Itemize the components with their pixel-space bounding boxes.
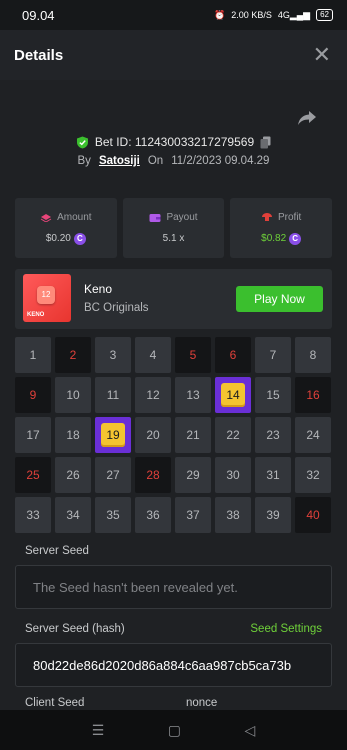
keno-cell: 26	[55, 457, 91, 493]
client-seed-label: Client Seed	[25, 697, 85, 709]
bet-meta-row: By Satosiji On 11/2/2023 09.04.29	[0, 155, 347, 167]
wallet-icon	[149, 213, 161, 222]
bet-id: Bet ID: 112430033217279569	[94, 135, 255, 149]
profit-icon	[262, 213, 272, 221]
back-icon[interactable]: ◁	[244, 722, 255, 739]
status-bar: 09.04 ⏰ 2.00 KB/S 4G▂▄▆ 62	[0, 0, 347, 30]
keno-cell: 14	[215, 377, 251, 413]
home-icon[interactable]: ▢	[168, 722, 181, 739]
by-label: By	[77, 155, 91, 167]
keno-cell: 6	[215, 337, 251, 373]
page-title: Details	[14, 46, 64, 64]
keno-cell: 1	[15, 337, 51, 373]
server-hash-label: Server Seed (hash)	[25, 623, 125, 635]
keno-cell: 21	[175, 417, 211, 453]
copy-icon[interactable]	[260, 136, 271, 149]
keno-board: 1 2 3 4 5 6 7 8 9 10 11 12 13 14 15 16 17 18 19 20 21 22 23 24 2…	[15, 337, 332, 533]
keno-cell: 5	[175, 337, 211, 373]
system-nav-bar: ☰ ▢ ◁	[0, 710, 347, 750]
keno-cell: 24	[295, 417, 331, 453]
keno-cell: 16	[295, 377, 331, 413]
stat-amount: Amount $0.20 C	[15, 198, 117, 258]
keno-cell: 7	[255, 337, 291, 373]
keno-cell: 3	[95, 337, 131, 373]
close-icon[interactable]: ✕	[313, 44, 331, 66]
keno-cell: 13	[175, 377, 211, 413]
coin-icon: C	[289, 232, 302, 245]
bet-id-row: Bet ID: 112430033217279569	[0, 135, 347, 149]
net-speed: 2.00 KB/S	[231, 10, 272, 20]
bet-datetime: 11/2/2023 09.04.29	[171, 155, 270, 167]
server-hash-field[interactable]: 80d22de86d2020d86a884c6aa987cb5ca73b	[15, 643, 332, 687]
keno-cell: 15	[255, 377, 291, 413]
shield-check-icon	[76, 136, 88, 148]
keno-cell: 29	[175, 457, 211, 493]
game-name: Keno	[84, 282, 113, 296]
keno-cell: 30	[215, 457, 251, 493]
keno-cell: 2	[55, 337, 91, 373]
keno-cell: 9	[15, 377, 51, 413]
details-header: Details ✕	[0, 30, 347, 80]
keno-hit-number: 19	[101, 423, 125, 447]
keno-cell: 40	[295, 497, 331, 533]
keno-ball-icon: 12	[37, 286, 55, 304]
game-card: 12 KENO Keno BC Originals Play Now	[15, 269, 332, 329]
keno-cell: 36	[135, 497, 171, 533]
share-icon[interactable]	[297, 110, 317, 126]
keno-cell: 28	[135, 457, 171, 493]
stat-profit: Profit $0.82 C	[230, 198, 333, 258]
status-icons: ⏰ 2.00 KB/S 4G▂▄▆ 62	[214, 9, 333, 21]
keno-cell: 8	[295, 337, 331, 373]
stat-payout: Payout 5.1 x	[122, 198, 225, 258]
server-seed-field: The Seed hasn't been revealed yet.	[15, 565, 332, 609]
keno-cell: 23	[255, 417, 291, 453]
bet-stats: Amount $0.20 C Payout 5.1 x Profit $0.82	[15, 198, 333, 258]
keno-thumb-text: KENO	[27, 312, 45, 318]
keno-hit-number: 14	[221, 383, 245, 407]
stat-profit-label: Profit	[278, 211, 302, 223]
signal-icon: 4G▂▄▆	[277, 9, 311, 20]
menu-icon[interactable]: ☰	[92, 722, 105, 739]
keno-thumbnail[interactable]: 12 KENO	[23, 274, 71, 322]
keno-cell: 11	[95, 377, 131, 413]
stat-payout-value: 5.1 x	[162, 233, 185, 244]
status-time: 09.04	[22, 7, 55, 23]
keno-cell: 38	[215, 497, 251, 533]
battery-icon: 62	[316, 9, 333, 21]
bet-user-link[interactable]: Satosiji	[99, 155, 140, 167]
keno-cell: 17	[15, 417, 51, 453]
stat-profit-value: $0.82	[261, 233, 287, 244]
keno-cell: 27	[95, 457, 131, 493]
keno-cell: 10	[55, 377, 91, 413]
keno-cell: 32	[295, 457, 331, 493]
on-label: On	[147, 155, 164, 167]
details-content: Bet ID: 112430033217279569 By Satosiji O…	[0, 80, 347, 710]
game-provider: BC Originals	[84, 302, 149, 314]
stat-amount-value: $0.20	[45, 233, 71, 244]
play-now-button[interactable]: Play Now	[236, 286, 323, 312]
keno-cell: 4	[135, 337, 171, 373]
keno-cell: 19	[95, 417, 131, 453]
keno-cell: 33	[15, 497, 51, 533]
nonce-label: nonce	[186, 697, 218, 709]
keno-cell: 20	[135, 417, 171, 453]
stack-icon	[40, 214, 52, 222]
stat-payout-label: Payout	[166, 212, 198, 223]
keno-cell: 22	[215, 417, 251, 453]
alarm-icon: ⏰	[214, 9, 226, 20]
keno-cell: 39	[255, 497, 291, 533]
stat-amount-label: Amount	[57, 211, 92, 223]
keno-cell: 31	[255, 457, 291, 493]
keno-cell: 12	[135, 377, 171, 413]
coin-icon: C	[73, 232, 86, 245]
keno-cell: 25	[15, 457, 51, 493]
keno-cell: 18	[55, 417, 91, 453]
keno-cell: 34	[55, 497, 91, 533]
keno-cell: 37	[175, 497, 211, 533]
server-seed-label: Server Seed	[25, 545, 89, 557]
keno-cell: 35	[95, 497, 131, 533]
seed-settings-link[interactable]: Seed Settings	[250, 623, 322, 635]
